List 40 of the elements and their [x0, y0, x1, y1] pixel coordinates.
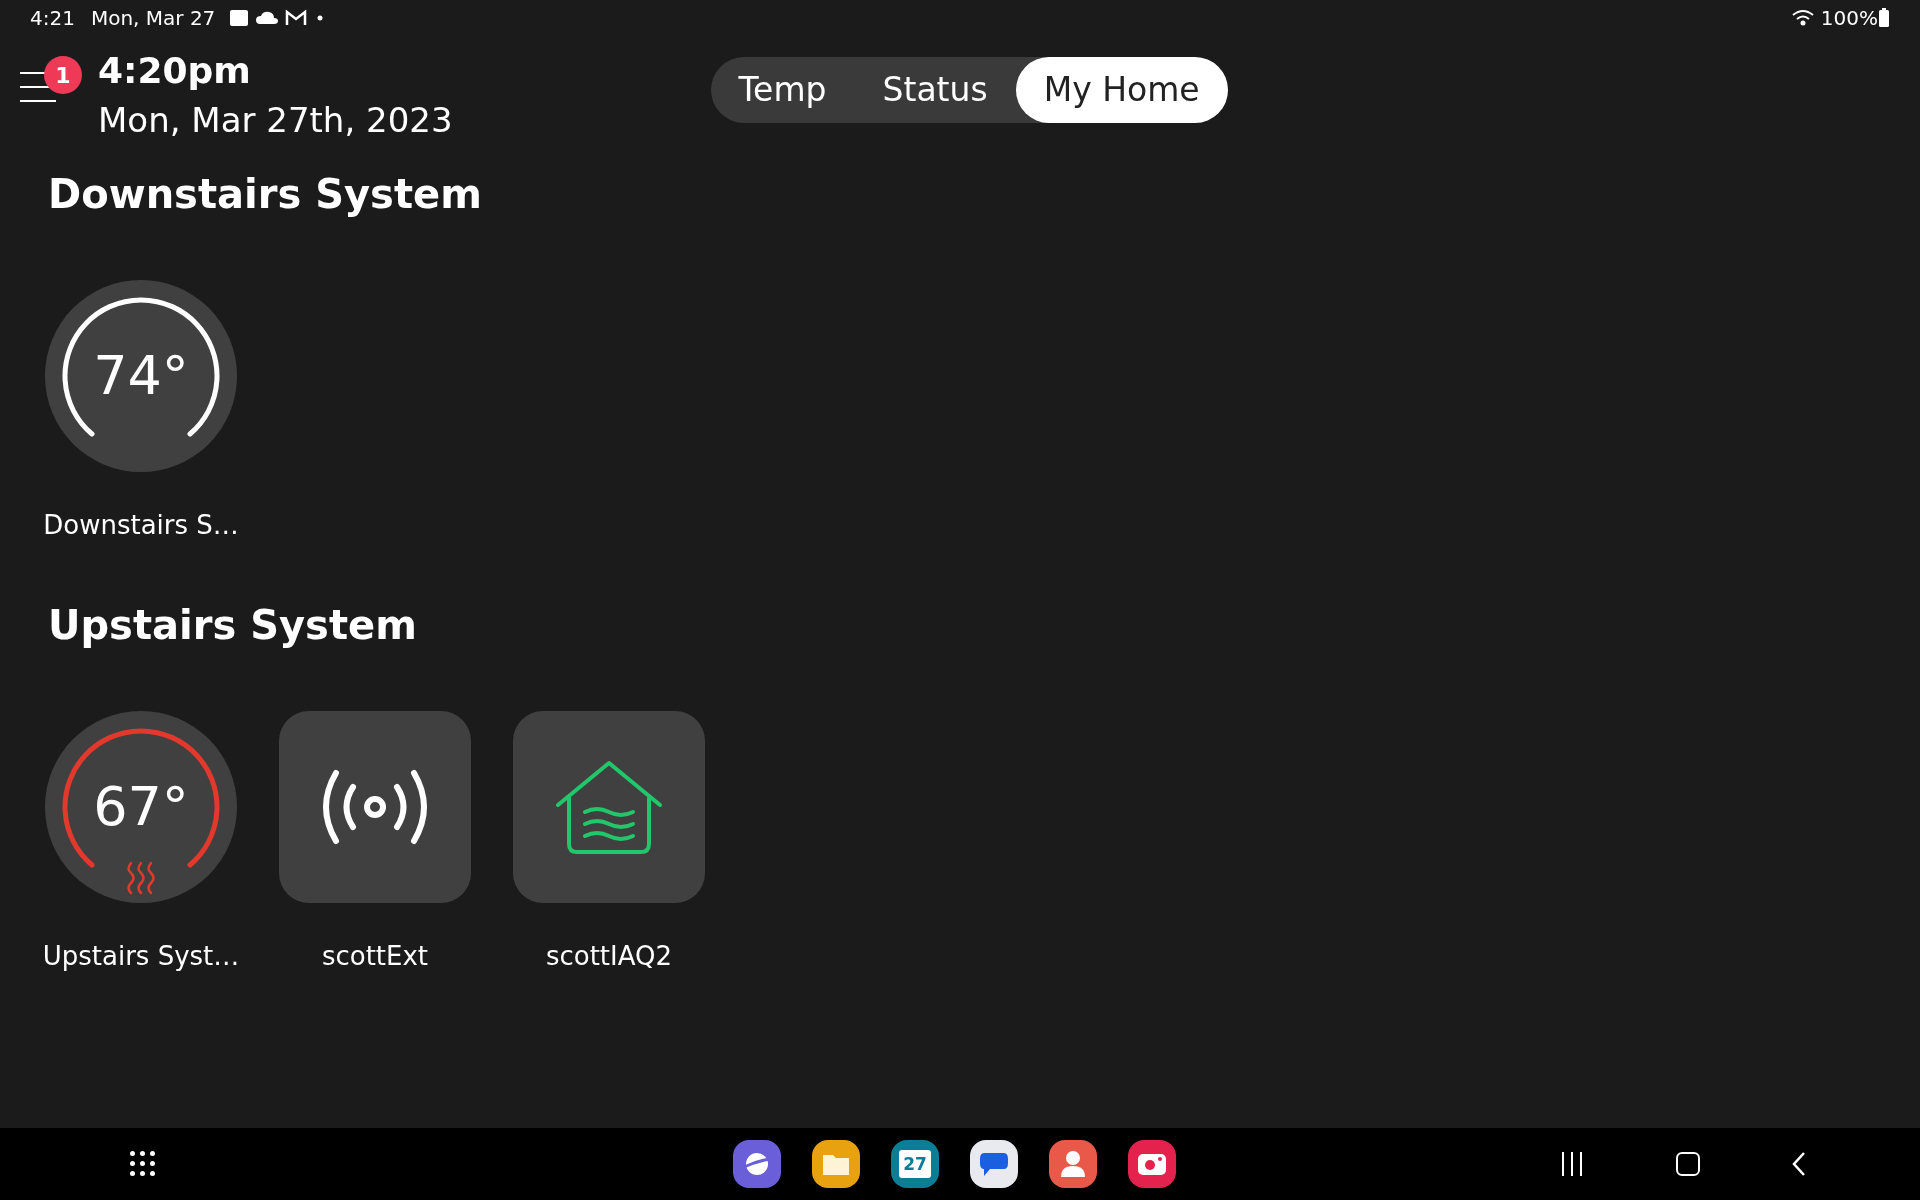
home-icon[interactable] — [1676, 1152, 1700, 1176]
calendar-app-icon[interactable]: 27 — [891, 1140, 939, 1188]
camera-app-icon[interactable] — [1128, 1140, 1176, 1188]
temperature-reading: 67° — [93, 780, 189, 834]
notification-badge: 1 — [44, 56, 82, 94]
view-tab[interactable]: Status — [854, 57, 1016, 123]
current-date: Mon, Mar 27th, 2023 — [98, 99, 453, 142]
cloud-icon — [255, 10, 280, 26]
battery-icon — [1878, 8, 1890, 28]
device-name: scottIAQ2 — [545, 940, 673, 973]
mail-icon — [285, 9, 308, 27]
contacts-app-icon[interactable] — [1049, 1140, 1097, 1188]
thermostat-dial[interactable]: 74° — [45, 280, 237, 472]
device-tile[interactable] — [513, 711, 705, 903]
device-tile[interactable] — [279, 711, 471, 903]
house-air-icon — [555, 760, 663, 854]
image-icon — [229, 8, 250, 28]
device-name: scottExt — [321, 940, 429, 973]
view-tab[interactable]: My Home — [1015, 57, 1228, 123]
files-app-icon[interactable] — [812, 1140, 860, 1188]
dot-icon — [317, 15, 324, 21]
battery-percent: 100% — [1820, 5, 1878, 32]
status-time: 4:21 — [30, 5, 75, 32]
browser-app-icon[interactable] — [733, 1140, 781, 1188]
recent-apps-icon[interactable] — [1560, 1152, 1584, 1176]
back-icon[interactable] — [1792, 1151, 1806, 1177]
view-tab[interactable]: Temp — [710, 57, 855, 123]
signal-broadcast-icon — [320, 769, 430, 845]
apps-grid-icon[interactable] — [130, 1151, 156, 1177]
section-heading: Upstairs System — [48, 601, 418, 650]
device-name: Upstairs Syst… — [42, 940, 240, 973]
device-name: Downstairs S… — [43, 509, 239, 542]
status-date: Mon, Mar 27 — [90, 5, 216, 32]
gauge-arc-icon — [62, 297, 220, 439]
section-heading: Downstairs System — [48, 170, 483, 219]
thermostat-dial[interactable]: 67° — [45, 711, 237, 903]
temperature-reading: 74° — [93, 349, 189, 403]
current-time: 4:20pm — [98, 49, 252, 93]
gauge-arc-icon — [62, 728, 220, 870]
messages-app-icon[interactable] — [970, 1140, 1018, 1188]
